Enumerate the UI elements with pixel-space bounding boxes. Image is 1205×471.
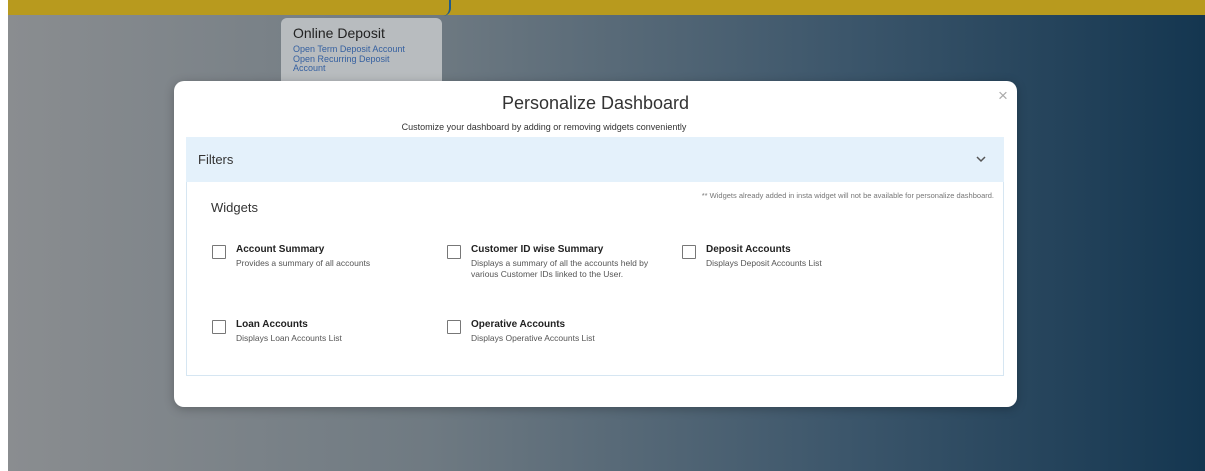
open-recurring-deposit-link-cont[interactable]: Account (293, 64, 433, 73)
open-term-deposit-link[interactable]: Open Term Deposit Account (293, 45, 433, 54)
customer-id-summary-checkbox[interactable] (447, 245, 461, 259)
account-summary-checkbox[interactable] (212, 245, 226, 259)
widgets-panel: Widgets ** Widgets already added in inst… (186, 182, 1004, 376)
widget-title: Customer ID wise Summary (471, 244, 604, 255)
filters-label: Filters (198, 152, 234, 167)
widget-description: Displays Deposit Accounts List (706, 258, 822, 268)
personalize-dashboard-modal: Personalize Dashboard Customize your das… (174, 81, 1017, 407)
modal-subtitle: Customize your dashboard by adding or re… (401, 122, 687, 132)
widget-description: Displays Operative Accounts List (471, 333, 595, 343)
widget-title: Operative Accounts (471, 319, 566, 330)
widgets-title: Widgets (211, 200, 258, 215)
chevron-down-icon (976, 156, 986, 163)
widget-title: Deposit Accounts (706, 244, 791, 255)
filters-accordion[interactable]: Filters (186, 137, 1004, 182)
close-icon[interactable]: × (995, 87, 1011, 104)
widget-title: Account Summary (236, 244, 325, 255)
modal-title: Personalize Dashboard (501, 93, 690, 113)
online-deposit-card: Online Deposit Open Term Deposit Account… (281, 18, 442, 88)
widget-description: Provides a summary of all accounts (236, 258, 371, 268)
deposit-accounts-checkbox[interactable] (682, 245, 696, 259)
widgets-note: ** Widgets already added in insta widget… (701, 191, 994, 200)
online-deposit-title: Online Deposit (293, 25, 385, 41)
widget-title: Loan Accounts (236, 319, 308, 330)
widget-description: Displays Loan Accounts List (236, 333, 342, 343)
operative-accounts-checkbox[interactable] (447, 320, 461, 334)
top-banner (8, 0, 1205, 15)
loan-accounts-checkbox[interactable] (212, 320, 226, 334)
widget-description: Displays a summary of all the accounts h… (471, 258, 649, 279)
